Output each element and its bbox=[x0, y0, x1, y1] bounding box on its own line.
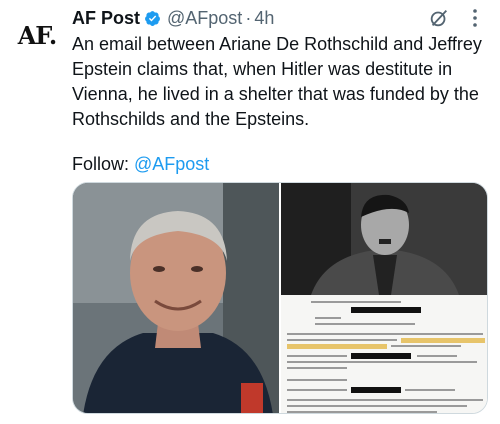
doc-text-line bbox=[287, 361, 477, 363]
follow-label: Follow: bbox=[72, 154, 135, 174]
verified-badge-icon bbox=[144, 10, 161, 27]
doc-text-line bbox=[287, 339, 397, 341]
doc-redaction bbox=[351, 307, 421, 313]
author-handle[interactable]: @AFpost bbox=[167, 8, 242, 29]
doc-text-line bbox=[287, 379, 347, 381]
follow-line: Follow: @AFpost bbox=[72, 152, 209, 176]
doc-text-line bbox=[311, 301, 401, 303]
media-photo-left[interactable] bbox=[73, 183, 279, 413]
media-grid[interactable] bbox=[72, 182, 488, 414]
media-document-image[interactable] bbox=[281, 295, 487, 413]
doc-redaction bbox=[351, 353, 411, 359]
doc-text-line bbox=[287, 389, 347, 391]
doc-text-line bbox=[315, 317, 341, 319]
tweet-text: An email between Ariane De Rothschild an… bbox=[72, 34, 482, 129]
tweet-timestamp[interactable]: 4h bbox=[254, 8, 274, 29]
doc-text-line bbox=[287, 411, 437, 413]
doc-text-line bbox=[391, 345, 461, 347]
grok-icon[interactable] bbox=[426, 6, 452, 30]
follow-link[interactable]: @AFpost bbox=[134, 154, 209, 174]
doc-text-line bbox=[315, 323, 415, 325]
doc-text-line bbox=[287, 367, 347, 369]
doc-highlight bbox=[287, 344, 387, 349]
tweet-header: AF Post @AFpost · 4h bbox=[72, 6, 488, 30]
avatar[interactable]: AF. bbox=[14, 12, 60, 58]
doc-text-line bbox=[287, 333, 483, 335]
doc-text-line bbox=[287, 405, 467, 407]
author-name[interactable]: AF Post bbox=[72, 8, 140, 29]
doc-text-line bbox=[287, 399, 483, 401]
doc-text-line bbox=[405, 389, 455, 391]
header-separator: · bbox=[245, 7, 252, 28]
doc-text-line bbox=[287, 355, 347, 357]
media-photo-right[interactable] bbox=[281, 183, 487, 295]
doc-text-line bbox=[417, 355, 457, 357]
avatar-logo-text: AF. bbox=[17, 20, 58, 50]
more-icon[interactable] bbox=[462, 6, 488, 30]
doc-highlight bbox=[401, 338, 485, 343]
doc-redaction bbox=[351, 387, 401, 393]
